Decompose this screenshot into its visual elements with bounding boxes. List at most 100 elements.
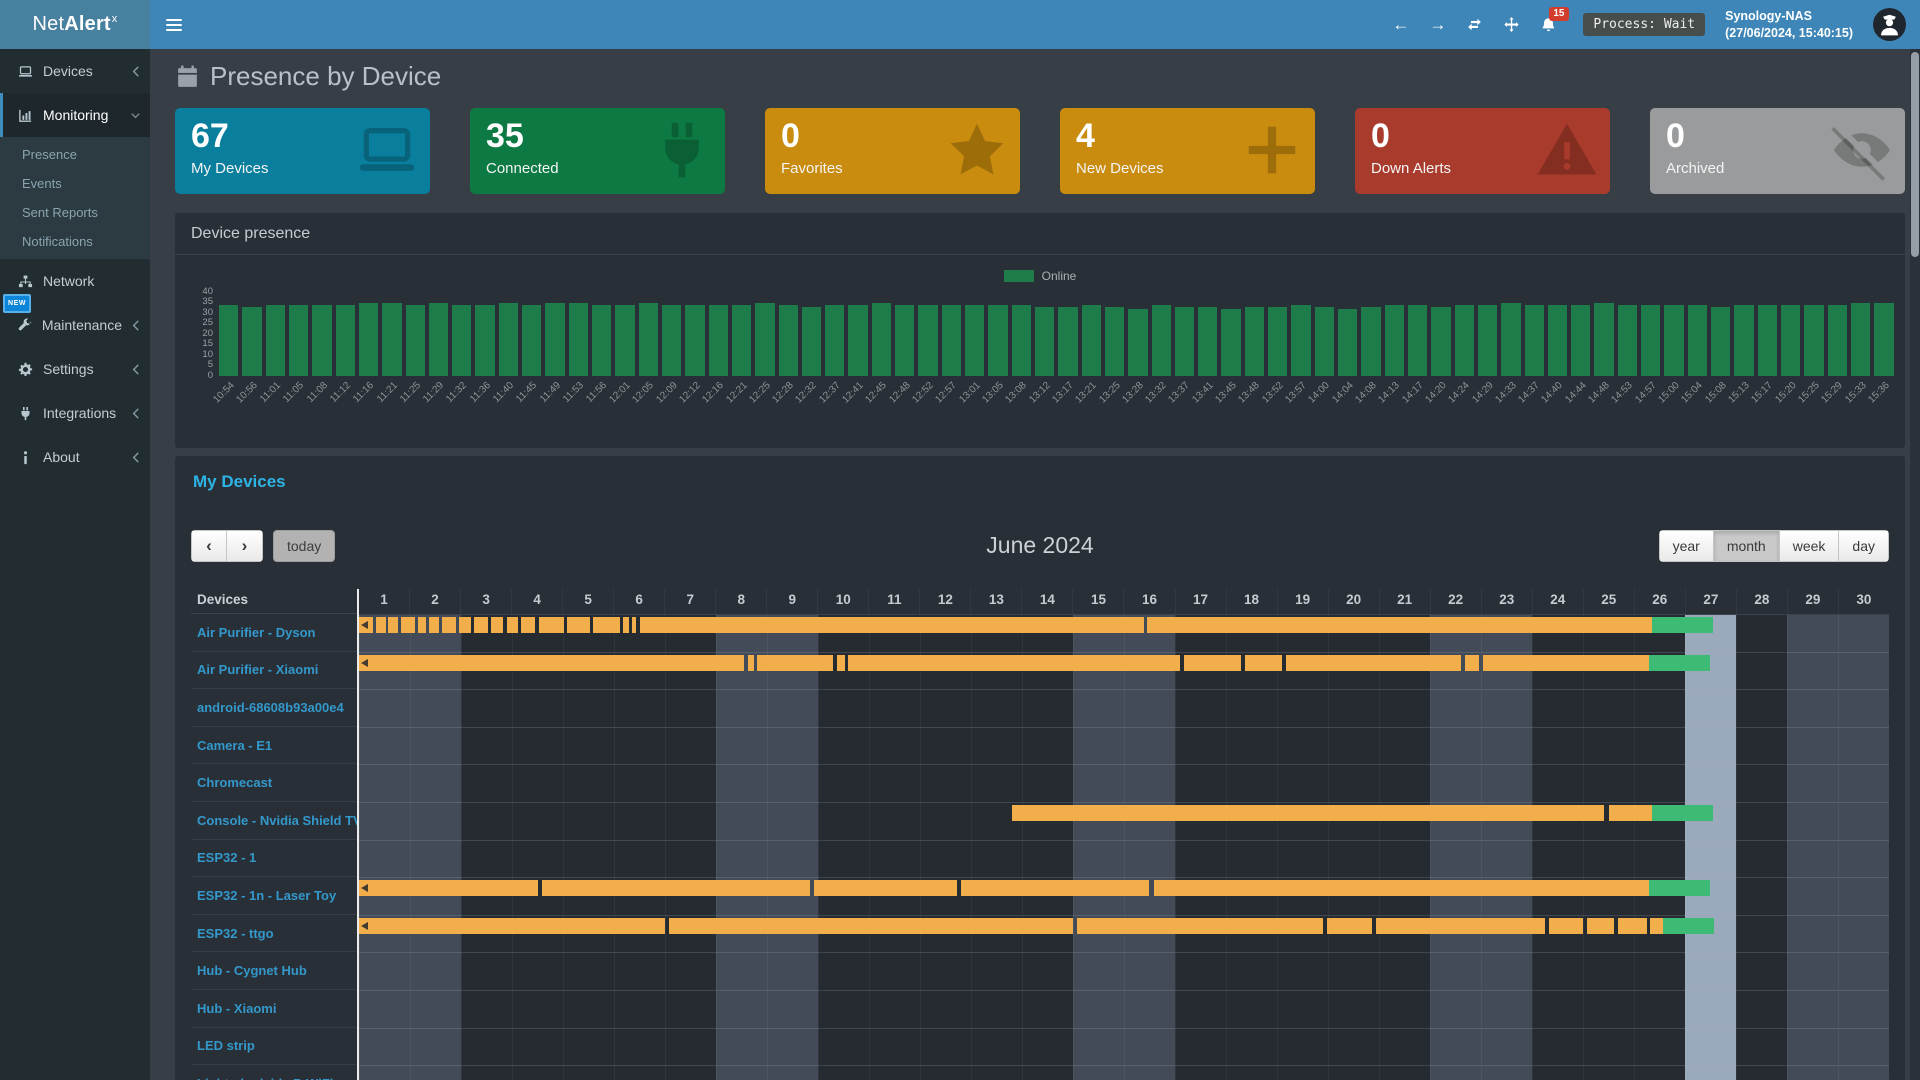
device-name[interactable]: ESP32 - 1 <box>191 840 357 878</box>
online-bar[interactable] <box>459 617 471 633</box>
online-bar[interactable] <box>429 617 438 633</box>
online-bar[interactable] <box>507 617 518 633</box>
online-bar[interactable] <box>1012 805 1605 821</box>
online-now-bar[interactable] <box>1649 655 1710 671</box>
online-bar[interactable] <box>814 880 956 896</box>
stat-card-my-devices[interactable]: 67My Devices <box>175 108 430 194</box>
sidebar-toggle-button[interactable] <box>152 0 196 49</box>
sidebar-subitem-events[interactable]: Events <box>0 169 150 198</box>
online-bar[interactable] <box>359 655 744 671</box>
stat-card-new-devices[interactable]: 4New Devices <box>1060 108 1315 194</box>
sidebar-item-monitoring[interactable]: Monitoring <box>0 93 150 137</box>
calendar-prev-button[interactable]: ‹ <box>191 530 227 562</box>
online-now-bar[interactable] <box>1652 805 1713 821</box>
online-bar[interactable] <box>567 617 589 633</box>
online-bar[interactable] <box>401 617 415 633</box>
nav-back-icon[interactable]: ← <box>1392 16 1409 33</box>
stat-card-archived[interactable]: 0Archived <box>1650 108 1905 194</box>
device-name[interactable]: Light - bedside B WiFi <box>191 1065 357 1080</box>
online-bar[interactable] <box>474 617 487 633</box>
online-bar[interactable] <box>1245 655 1282 671</box>
online-bar[interactable] <box>632 617 636 633</box>
device-name[interactable]: ESP32 - ttgo <box>191 915 357 953</box>
online-bar[interactable] <box>388 617 398 633</box>
device-name[interactable]: android-68608b93a00e4 <box>191 689 357 727</box>
online-bar[interactable] <box>442 617 456 633</box>
online-bar[interactable] <box>1184 655 1241 671</box>
online-bar[interactable] <box>1483 655 1649 671</box>
online-bar[interactable] <box>837 655 844 671</box>
online-bar[interactable] <box>961 880 1150 896</box>
online-bar[interactable] <box>1376 918 1545 934</box>
device-name[interactable]: Console - Nvidia Shield TV <box>191 802 357 840</box>
presence-bar <box>1664 305 1683 376</box>
nav-forward-icon[interactable]: → <box>1429 16 1446 33</box>
online-bar[interactable] <box>1286 655 1460 671</box>
online-bar[interactable] <box>1077 918 1323 934</box>
device-name[interactable]: Camera - E1 <box>191 727 357 765</box>
notifications-button[interactable]: 15 <box>1540 16 1557 34</box>
calendar-next-button[interactable]: › <box>227 530 263 562</box>
device-name[interactable]: Hub - Cygnet Hub <box>191 952 357 990</box>
online-bar[interactable] <box>640 617 1145 633</box>
device-name[interactable]: Air Purifier - Dyson <box>191 614 357 652</box>
online-bar[interactable] <box>669 918 1073 934</box>
online-now-bar[interactable] <box>1663 918 1714 934</box>
x-tick-label: 11:01 <box>258 380 283 405</box>
online-bar[interactable] <box>376 617 385 633</box>
calendar-today-button[interactable]: today <box>273 530 335 562</box>
device-name[interactable]: LED strip <box>191 1028 357 1066</box>
calendar-view-week[interactable]: week <box>1780 530 1840 562</box>
online-bar[interactable] <box>1618 918 1648 934</box>
stat-card-down-alerts[interactable]: 0Down Alerts <box>1355 108 1610 194</box>
device-name[interactable]: Chromecast <box>191 764 357 802</box>
online-bar[interactable] <box>542 880 811 896</box>
device-name[interactable]: Air Purifier - Xiaomi <box>191 652 357 690</box>
sidebar-item-about[interactable]: About <box>0 435 150 479</box>
sidebar-subitem-presence[interactable]: Presence <box>0 140 150 169</box>
sidebar-item-devices[interactable]: Devices <box>0 49 150 93</box>
page-scrollbar[interactable] <box>1910 49 1920 1080</box>
sidebar-subitem-notifications[interactable]: Notifications <box>0 227 150 256</box>
app-logo[interactable]: NetAlertx <box>0 0 150 49</box>
calendar-view-year[interactable]: year <box>1659 530 1714 562</box>
online-bar[interactable] <box>1327 918 1372 934</box>
online-bar[interactable] <box>418 617 426 633</box>
online-bar[interactable] <box>623 617 629 633</box>
online-bar[interactable] <box>359 918 665 934</box>
online-bar[interactable] <box>1609 805 1652 821</box>
sidebar-item-integrations[interactable]: Integrations <box>0 391 150 435</box>
x-tick: 11:40 <box>499 378 518 430</box>
x-tick: 12:48 <box>895 378 914 430</box>
online-bar[interactable] <box>1154 880 1650 896</box>
calendar-view-month[interactable]: month <box>1714 530 1780 562</box>
scrollbar-thumb[interactable] <box>1911 52 1919 257</box>
sidebar-item-settings[interactable]: Settings <box>0 347 150 391</box>
online-now-bar[interactable] <box>1649 880 1710 896</box>
refresh-icon[interactable] <box>1466 16 1483 33</box>
online-bar[interactable] <box>748 655 754 671</box>
online-bar[interactable] <box>539 617 565 633</box>
stat-card-connected[interactable]: 35Connected <box>470 108 725 194</box>
device-name[interactable]: ESP32 - 1n - Laser Toy <box>191 877 357 915</box>
online-now-bar[interactable] <box>1652 617 1713 633</box>
avatar[interactable] <box>1873 8 1906 41</box>
online-bar[interactable] <box>757 655 834 671</box>
online-bar[interactable] <box>359 880 538 896</box>
online-bar[interactable] <box>593 617 621 633</box>
online-bar[interactable] <box>1465 655 1479 671</box>
calendar-view-day[interactable]: day <box>1839 530 1889 562</box>
online-bar[interactable] <box>1549 918 1583 934</box>
day-header: 17 <box>1175 589 1226 614</box>
online-bar[interactable] <box>1147 617 1651 633</box>
online-bar[interactable] <box>1587 918 1614 934</box>
sidebar-subitem-sent-reports[interactable]: Sent Reports <box>0 198 150 227</box>
online-bar[interactable] <box>1650 918 1662 934</box>
online-bar[interactable] <box>848 655 1181 671</box>
stat-card-favorites[interactable]: 0Favorites <box>765 108 1020 194</box>
calendar-icon <box>175 64 200 89</box>
move-icon[interactable] <box>1503 16 1520 33</box>
online-bar[interactable] <box>521 617 535 633</box>
device-name[interactable]: Hub - Xiaomi <box>191 990 357 1028</box>
online-bar[interactable] <box>491 617 503 633</box>
